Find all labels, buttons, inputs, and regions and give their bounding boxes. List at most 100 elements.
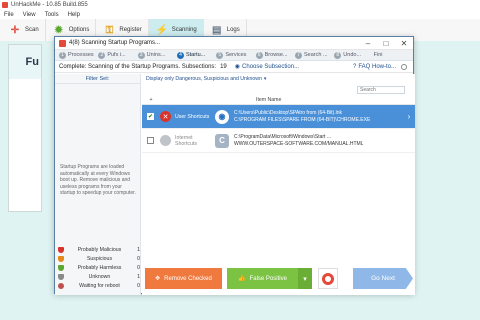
remove-checked-label: Remove Checked bbox=[164, 275, 212, 282]
legend-unknown[interactable]: Unknown 1 bbox=[58, 272, 140, 281]
menu-bar: File View Tools Help bbox=[0, 10, 480, 19]
legend-malicious[interactable]: Probably Malicious 1 bbox=[58, 246, 140, 255]
settings-icon[interactable] bbox=[401, 63, 407, 70]
search-row bbox=[142, 84, 415, 95]
legend-waiting[interactable]: Waiting for reboot 0 bbox=[58, 281, 140, 290]
logs-label: Logs bbox=[226, 27, 240, 33]
results-pane: Display only Dangerous, Suspicious and U… bbox=[142, 74, 415, 264]
reboot-icon bbox=[58, 282, 64, 289]
remove-checked-button[interactable]: ✥ Remove Checked bbox=[145, 268, 222, 289]
step-number: 7 bbox=[294, 51, 302, 59]
lifebuoy-icon bbox=[322, 272, 334, 285]
legend-harmless[interactable]: Probably Harmless 0 bbox=[58, 264, 140, 273]
app-title: UnHackMe - 10.85 Build.855 bbox=[11, 2, 88, 8]
chevron-down-icon: ▾ bbox=[303, 275, 307, 283]
row-path-secondary: C:\PROGRAM FILES\SPARE FROM (64-BIT)\CHR… bbox=[234, 116, 371, 123]
step-search[interactable]: 7 Search ... bbox=[294, 51, 334, 59]
legend-count: 1 bbox=[137, 247, 140, 254]
step-browsers[interactable]: 6 Browse... bbox=[255, 51, 295, 59]
legend-label: Suspicious bbox=[86, 256, 113, 263]
legend-count: 0 bbox=[137, 256, 140, 263]
go-next-label: Go Next bbox=[371, 275, 395, 282]
table-row[interactable]: Internet Shortcuts C C:\ProgramData\Micr… bbox=[142, 129, 415, 153]
legend-label: Unknown bbox=[88, 273, 111, 280]
scan-dialog: 4(8) Scanning Startup Programs... – □ ✕ … bbox=[54, 36, 415, 295]
legend-label: Waiting for reboot bbox=[79, 282, 120, 289]
step-label: Pufs i... bbox=[107, 52, 126, 58]
legend-count: 0 bbox=[137, 282, 140, 289]
faq-link[interactable]: ? FAQ How-to... bbox=[353, 63, 407, 70]
legend-count: 0 bbox=[137, 264, 140, 271]
step-number: 4 bbox=[176, 51, 184, 59]
legend-label: Probably Malicious bbox=[77, 247, 122, 254]
step-services[interactable]: 5 Services bbox=[216, 51, 255, 59]
add-icon[interactable]: + bbox=[142, 97, 160, 103]
step-finish[interactable]: Fini bbox=[374, 52, 413, 58]
step-label: Processes bbox=[68, 52, 94, 58]
step-number: 3 bbox=[137, 51, 145, 59]
help-button[interactable] bbox=[318, 268, 338, 289]
step-label: Startu... bbox=[185, 52, 206, 58]
dialog-titlebar: 4(8) Scanning Startup Programs... – □ ✕ bbox=[55, 37, 413, 50]
maximize-icon[interactable]: □ bbox=[377, 39, 395, 48]
step-number: 8 bbox=[334, 51, 342, 59]
column-item-name[interactable]: Item Name bbox=[256, 97, 281, 103]
row-paths: C:\Users\Public\Desktop\SPAtro from (64-… bbox=[234, 110, 403, 122]
options-label: Options bbox=[68, 27, 90, 33]
shield-icon bbox=[58, 247, 64, 254]
false-positive-dropdown[interactable]: ▾ bbox=[298, 268, 312, 289]
minimize-icon[interactable]: – bbox=[359, 39, 377, 48]
step-label: Search ... bbox=[303, 52, 328, 58]
row-paths: C:\ProgramData\Microsoft\Windows\Start .… bbox=[234, 134, 403, 146]
menu-help[interactable]: Help bbox=[68, 12, 80, 18]
search-input[interactable] bbox=[357, 85, 405, 94]
status-bar: Complete: Scanning of the Startup Progra… bbox=[55, 61, 413, 73]
false-positive-label: False Positive bbox=[249, 275, 287, 282]
legend-suspicious[interactable]: Suspicious 0 bbox=[58, 255, 140, 264]
step-number: 1 bbox=[59, 51, 66, 59]
legend-label: Probably Harmless bbox=[77, 264, 122, 271]
step-label: Browse... bbox=[264, 52, 288, 58]
menu-file[interactable]: File bbox=[4, 12, 14, 18]
chevron-right-icon[interactable]: › bbox=[403, 112, 415, 121]
app-titlebar: UnHackMe - 10.85 Build.855 bbox=[0, 0, 480, 10]
go-next-button[interactable]: Go Next bbox=[353, 268, 413, 289]
choose-subsection-button[interactable]: ◉ Choose Subsection... bbox=[234, 63, 299, 71]
close-icon[interactable]: ✕ bbox=[395, 39, 413, 48]
faq-label: FAQ How-to... bbox=[358, 63, 396, 70]
arrow-circle-icon: ◉ bbox=[234, 64, 241, 70]
browser-app-icon: ◉ bbox=[215, 109, 229, 124]
scan-button[interactable]: ✛ Scan bbox=[2, 19, 46, 41]
menu-tools[interactable]: Tools bbox=[45, 12, 59, 18]
row-path-secondary: WWW.OUTERSPACE-SOFTWARE.COM/MANUAL.HTML bbox=[234, 140, 364, 147]
filter-set-link[interactable]: Filter Set: bbox=[55, 74, 140, 84]
step-label: Services bbox=[225, 52, 247, 58]
row-checkbox[interactable]: ✔ bbox=[147, 113, 154, 120]
key-icon: ⚿ bbox=[105, 24, 114, 36]
scan-icon: ⚡ bbox=[155, 24, 168, 36]
action-bar: ✥ Remove Checked 👍 False Positive ▾ Go N… bbox=[142, 264, 415, 295]
step-undo[interactable]: 8 Undo... bbox=[334, 51, 373, 59]
table-row[interactable]: ✔ ✕ User Shortcuts ◉ C:\Users\Public\Des… bbox=[142, 105, 415, 129]
step-plugins[interactable]: 2 Pufs i... bbox=[98, 51, 137, 59]
step-label: Fini bbox=[373, 52, 383, 58]
log-icon: ▤ bbox=[212, 24, 222, 36]
step-tabs: 1 Processes 2 Pufs i... 3 Unins... 4 Startu.… bbox=[55, 50, 413, 61]
shield-icon bbox=[58, 273, 64, 280]
step-label: Unins... bbox=[146, 52, 166, 58]
shield-icon bbox=[58, 264, 64, 271]
menu-view[interactable]: View bbox=[23, 12, 36, 18]
filter-text: Display only Dangerous, Suspicious and U… bbox=[146, 76, 262, 82]
malicious-status-icon: ✕ bbox=[160, 111, 171, 122]
false-positive-button[interactable]: 👍 False Positive bbox=[227, 268, 298, 289]
step-startup[interactable]: 4 Startu... bbox=[176, 51, 216, 59]
step-uninstall[interactable]: 3 Unins... bbox=[137, 51, 177, 59]
dialog-logo-icon bbox=[59, 39, 66, 47]
filter-row[interactable]: Display only Dangerous, Suspicious and U… bbox=[142, 74, 415, 84]
step-label: Undo... bbox=[343, 52, 362, 58]
background-panel: Fu bbox=[8, 44, 42, 212]
step-processes[interactable]: 1 Processes bbox=[59, 51, 98, 59]
row-type: Internet Shortcuts bbox=[175, 134, 197, 147]
row-checkbox[interactable] bbox=[147, 137, 154, 144]
step-number: 2 bbox=[98, 51, 106, 59]
